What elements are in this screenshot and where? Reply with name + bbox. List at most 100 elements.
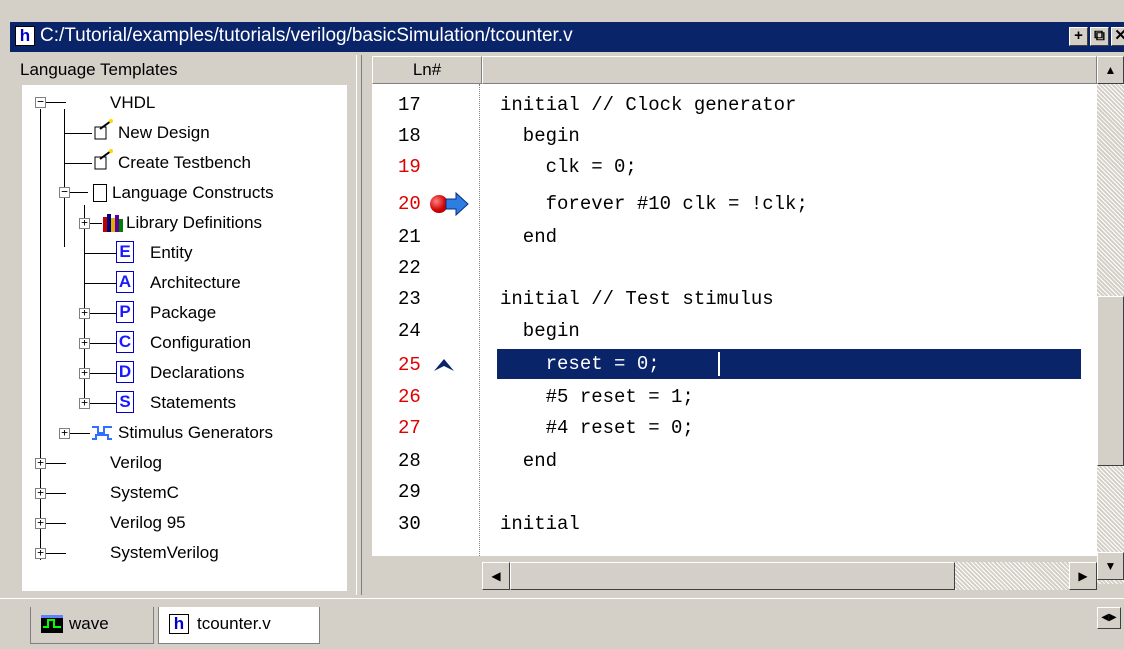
tree-item-systemverilog[interactable]: SystemVerilog bbox=[110, 539, 219, 567]
scroll-right-button[interactable]: ▶ bbox=[1069, 562, 1097, 590]
tree-connector bbox=[64, 109, 65, 247]
tree-connector bbox=[46, 523, 66, 524]
line-number: 18 bbox=[398, 125, 421, 147]
expand-icon[interactable]: + bbox=[59, 427, 70, 439]
template-tree: − VHDL New Design Create Testbench − Lan… bbox=[22, 85, 347, 591]
tree-item-statements[interactable]: Statements bbox=[150, 389, 236, 417]
wave-window-icon bbox=[41, 615, 63, 633]
tree-connector bbox=[64, 133, 92, 134]
tree-connector bbox=[64, 163, 92, 164]
line-number: 23 bbox=[398, 288, 421, 310]
line-number[interactable]: 27 bbox=[398, 413, 421, 443]
tree-item-configuration[interactable]: Configuration bbox=[150, 329, 251, 357]
line-number[interactable]: 20 bbox=[398, 189, 421, 219]
h-file-icon: h bbox=[169, 614, 189, 634]
expand-icon[interactable]: + bbox=[35, 457, 46, 469]
expand-icon[interactable]: + bbox=[79, 307, 90, 319]
line-number-header[interactable]: Ln# bbox=[372, 56, 482, 84]
dock-button[interactable]: + bbox=[1069, 27, 1088, 46]
tab-tcounter[interactable]: h tcounter.v bbox=[158, 607, 320, 644]
declarations-icon: D bbox=[116, 361, 134, 383]
line-number: 24 bbox=[398, 320, 421, 342]
tree-item-vhdl[interactable]: VHDL bbox=[110, 89, 155, 117]
code-line[interactable]: end bbox=[500, 446, 557, 476]
code-line[interactable]: forever #10 clk = !clk; bbox=[500, 189, 808, 219]
tree-item-verilog[interactable]: Verilog bbox=[110, 449, 162, 477]
code-line[interactable]: begin bbox=[500, 121, 580, 151]
tree-connector bbox=[90, 403, 116, 404]
horizontal-scroll-thumb[interactable] bbox=[510, 562, 955, 590]
expand-icon[interactable]: + bbox=[35, 547, 46, 559]
tree-connector bbox=[70, 192, 88, 193]
scroll-left-button[interactable]: ◀ bbox=[482, 562, 510, 590]
title-bar[interactable]: h C:/Tutorial/examples/tutorials/verilog… bbox=[10, 22, 1124, 52]
tree-item-stimulus-generators[interactable]: Stimulus Generators bbox=[118, 419, 273, 447]
vertical-scrollbar[interactable]: ▲ ▼ bbox=[1097, 56, 1124, 584]
hdl-file-icon: h bbox=[15, 26, 35, 46]
expand-icon[interactable]: + bbox=[79, 217, 90, 229]
tree-item-verilog-95[interactable]: Verilog 95 bbox=[110, 509, 186, 537]
tree-connector bbox=[46, 463, 66, 464]
expand-icon[interactable]: + bbox=[79, 367, 90, 379]
line-number: 17 bbox=[398, 94, 421, 116]
configuration-icon: C bbox=[116, 331, 134, 353]
statements-icon: S bbox=[116, 391, 134, 413]
scroll-down-button[interactable]: ▼ bbox=[1097, 552, 1124, 580]
tree-connector bbox=[84, 283, 116, 284]
collapse-icon[interactable]: − bbox=[59, 186, 70, 198]
entity-icon: E bbox=[116, 241, 134, 263]
code-line-selected[interactable]: reset = 0; bbox=[500, 349, 660, 379]
gutter-separator bbox=[479, 84, 480, 556]
tree-item-create-testbench[interactable]: Create Testbench bbox=[118, 149, 251, 177]
line-number[interactable]: 25 bbox=[398, 350, 421, 380]
horizontal-scrollbar[interactable]: ◀ ▶ bbox=[482, 562, 1097, 590]
tree-item-entity[interactable]: Entity bbox=[150, 239, 193, 267]
line-number: 28 bbox=[398, 450, 421, 472]
line-number[interactable]: 19 bbox=[398, 152, 421, 182]
vertical-scroll-thumb[interactable] bbox=[1097, 296, 1124, 466]
code-line[interactable]: initial // Test stimulus bbox=[500, 284, 774, 314]
scroll-up-button[interactable]: ▲ bbox=[1097, 56, 1124, 84]
step-marker-icon bbox=[434, 359, 454, 371]
tree-connector bbox=[40, 109, 41, 499]
tree-connector bbox=[46, 102, 66, 103]
code-line[interactable]: initial bbox=[500, 509, 580, 539]
document-icon bbox=[93, 184, 107, 202]
tab-scroll-buttons[interactable]: ◀▶ bbox=[1097, 607, 1121, 629]
collapse-icon[interactable]: − bbox=[35, 96, 46, 108]
tree-item-package[interactable]: Package bbox=[150, 299, 216, 327]
close-button[interactable]: ✕ bbox=[1111, 27, 1124, 46]
tree-item-architecture[interactable]: Architecture bbox=[150, 269, 241, 297]
tree-item-declarations[interactable]: Declarations bbox=[150, 359, 245, 387]
tree-item-systemc[interactable]: SystemC bbox=[110, 479, 179, 507]
tree-item-language-constructs[interactable]: Language Constructs bbox=[112, 179, 274, 207]
package-icon: P bbox=[116, 301, 134, 323]
code-line[interactable]: initial // Clock generator bbox=[500, 90, 796, 120]
source-window: h C:/Tutorial/examples/tutorials/verilog… bbox=[0, 0, 1124, 649]
tree-item-new-design[interactable]: New Design bbox=[118, 119, 210, 147]
tree-item-library-definitions[interactable]: Library Definitions bbox=[126, 209, 262, 237]
architecture-icon: A bbox=[116, 271, 134, 293]
code-line[interactable]: end bbox=[500, 222, 557, 252]
pane-splitter[interactable] bbox=[356, 55, 362, 595]
tab-wave[interactable]: wave bbox=[30, 607, 154, 644]
code-line[interactable]: #4 reset = 0; bbox=[500, 413, 694, 443]
panel-header: Language Templates bbox=[20, 60, 178, 79]
code-line[interactable]: clk = 0; bbox=[500, 152, 637, 182]
code-line[interactable]: #5 reset = 1; bbox=[500, 382, 694, 412]
tree-connector bbox=[90, 373, 116, 374]
expand-icon[interactable]: + bbox=[79, 337, 90, 349]
text-cursor bbox=[718, 352, 720, 376]
line-number[interactable]: 26 bbox=[398, 382, 421, 412]
wizard-icon bbox=[94, 119, 113, 140]
expand-icon[interactable]: + bbox=[79, 397, 90, 409]
library-icon bbox=[103, 214, 123, 232]
stimulus-icon bbox=[92, 426, 112, 440]
expand-icon[interactable]: + bbox=[35, 487, 46, 499]
line-number: 22 bbox=[398, 257, 421, 279]
expand-icon[interactable]: + bbox=[35, 517, 46, 529]
undock-button[interactable]: ⧉ bbox=[1090, 27, 1109, 46]
code-line[interactable]: begin bbox=[500, 316, 580, 346]
execution-arrow-icon bbox=[445, 192, 469, 216]
code-column-header[interactable] bbox=[482, 56, 1097, 84]
